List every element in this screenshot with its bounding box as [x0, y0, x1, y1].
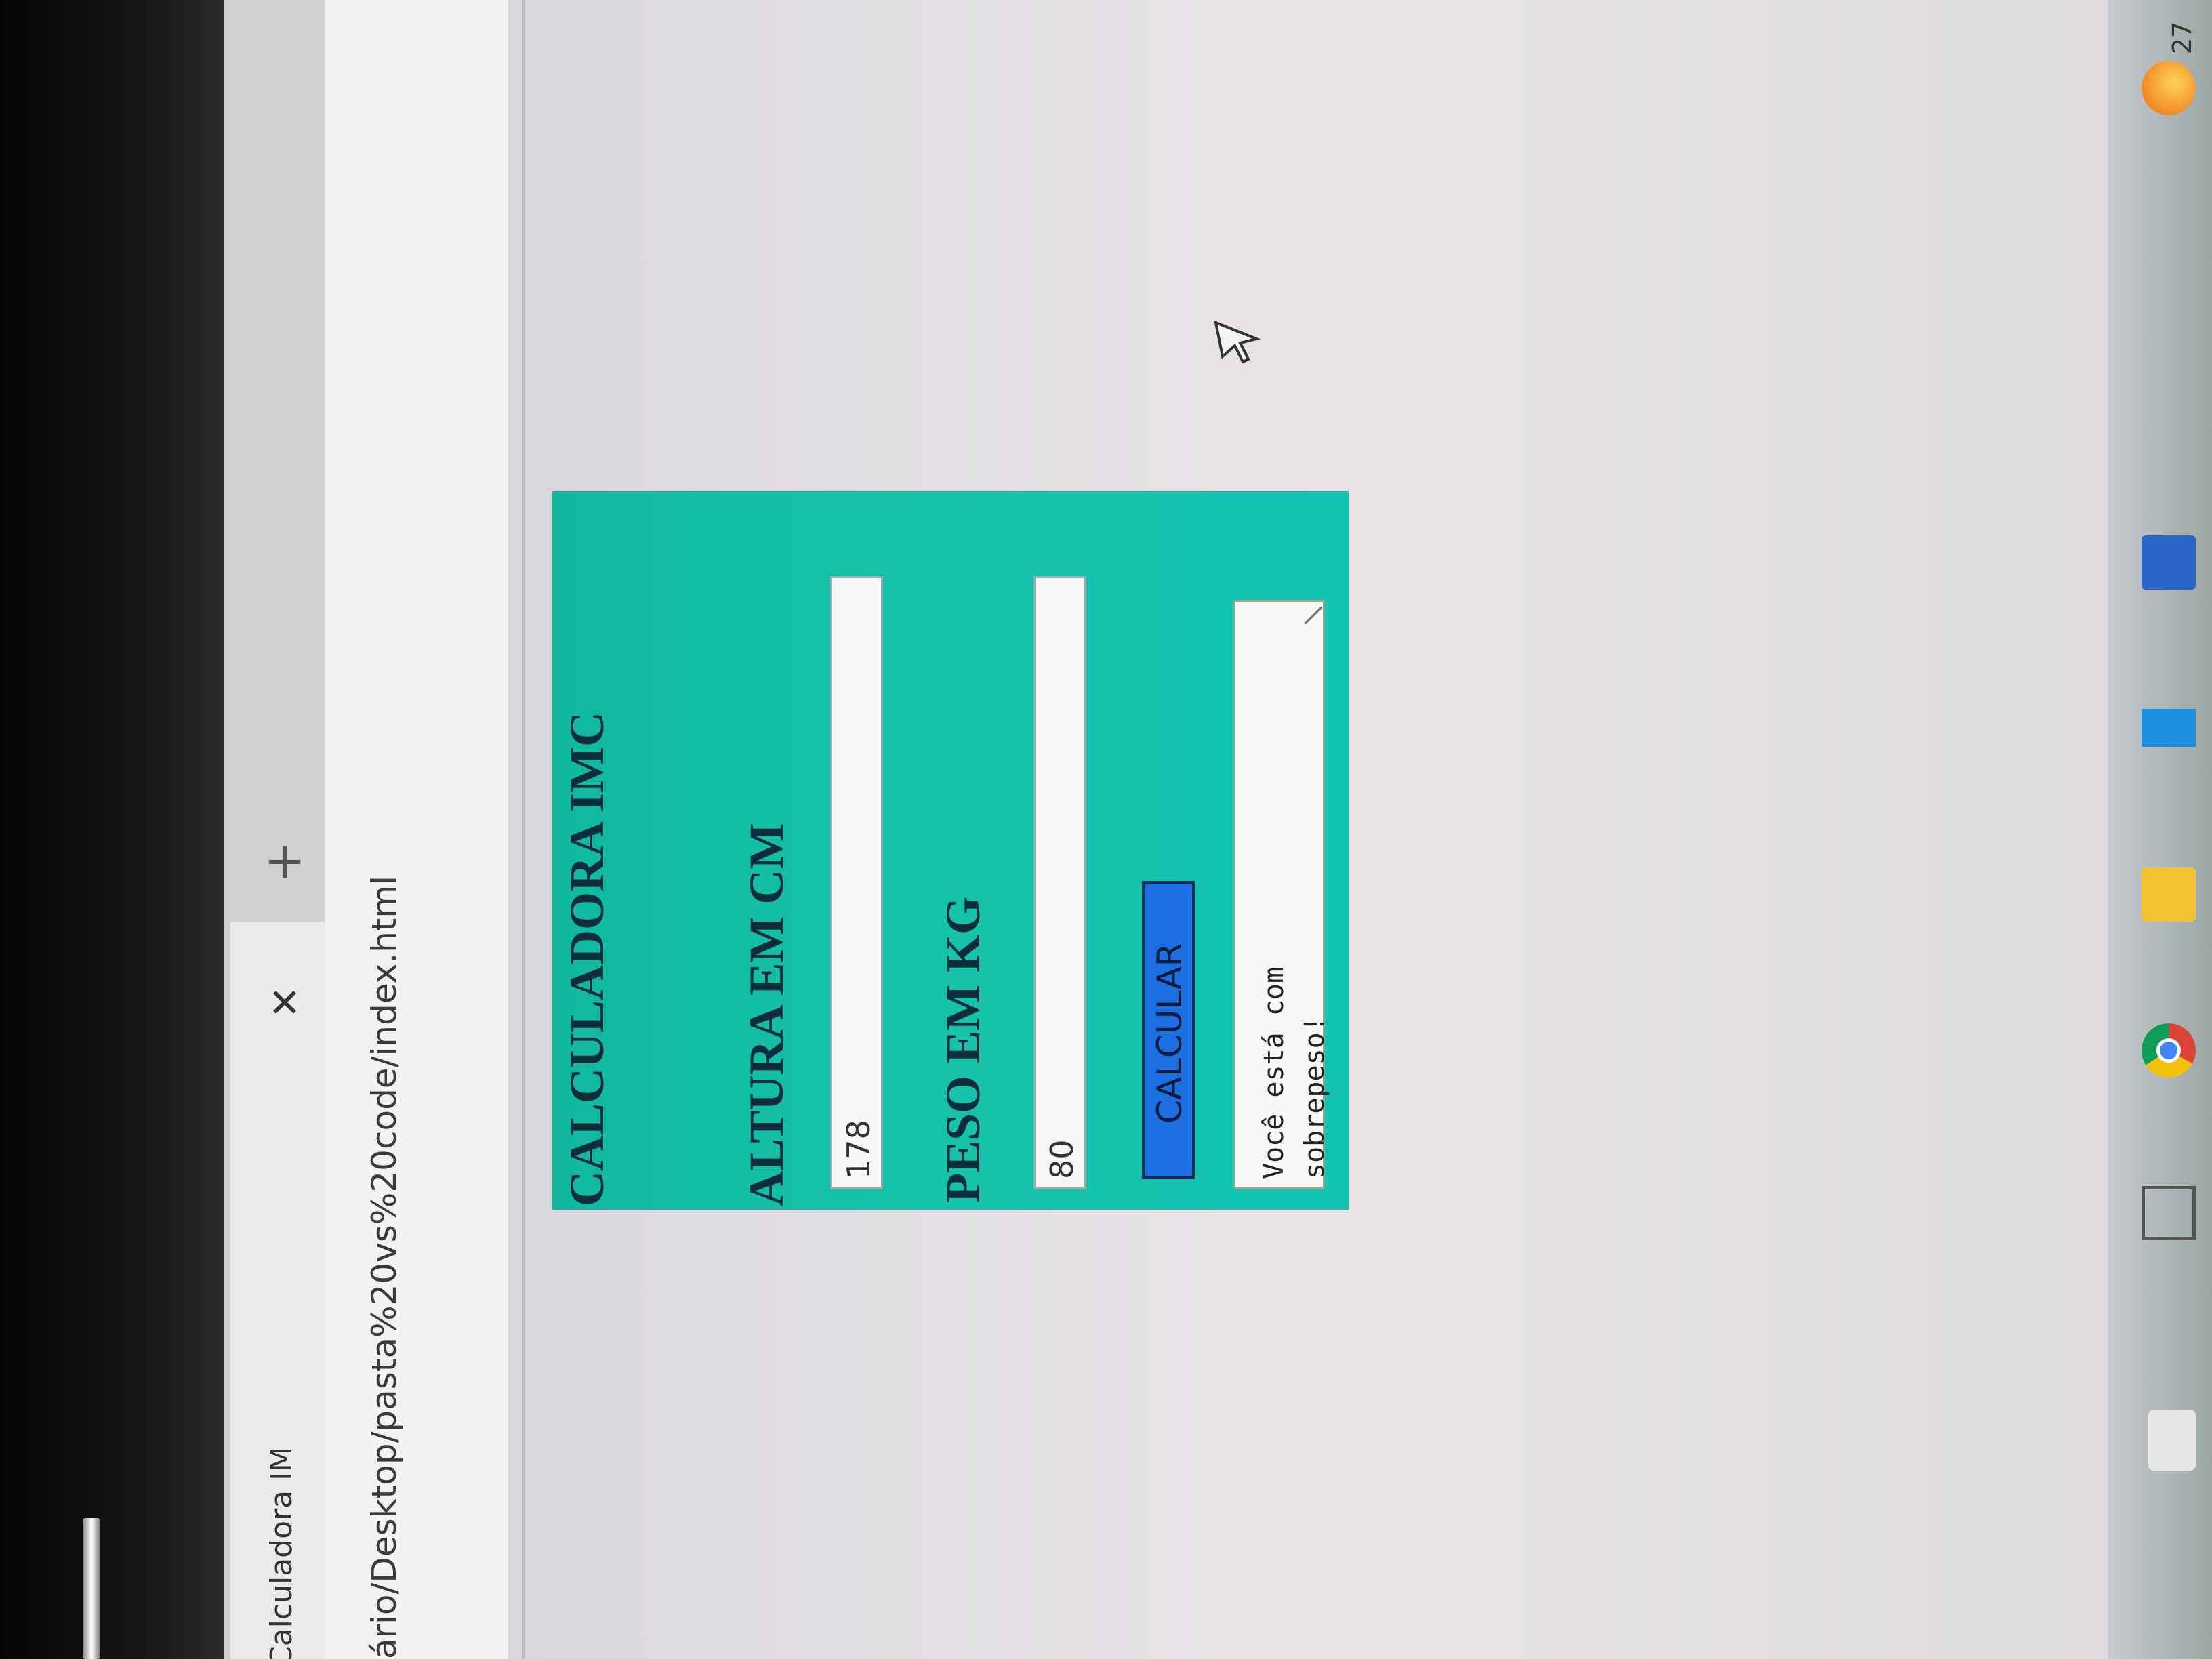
taskbar-clock[interactable]: 27: [2167, 0, 2197, 54]
page-title: CALCULADORA IMC: [560, 711, 614, 1206]
word-icon[interactable]: [2142, 535, 2196, 590]
chrome-icon[interactable]: [2142, 1023, 2196, 1078]
task-view-icon[interactable]: [2142, 1186, 2196, 1240]
tab-title-clip: Calculadora IMC: [244, 1450, 312, 1659]
altura-input-value[interactable]: 178: [840, 1091, 877, 1179]
calcular-button-label[interactable]: CALCULAR: [1150, 901, 1189, 1166]
screen-photo: Calculadora IMC ✕ + ário/Desktop/pasta%2…: [0, 0, 2212, 1659]
peso-input-value[interactable]: 80: [1044, 1111, 1080, 1179]
peso-input[interactable]: [1033, 576, 1086, 1189]
monitor-bezel: [0, 0, 224, 1659]
tab-close-icon[interactable]: ✕: [258, 976, 312, 1030]
resize-handle-icon[interactable]: [1305, 607, 1322, 624]
url-clip: ário/Desktop/pasta%20vs%20code/index.htm…: [352, 583, 427, 1659]
mouse-cursor-icon: [1214, 320, 1261, 364]
new-tab-icon[interactable]: +: [258, 834, 312, 888]
tab-title: Calculadora IMC: [264, 1450, 299, 1659]
start-button-icon[interactable]: [2148, 1410, 2196, 1471]
bezel-reflection: [83, 1518, 100, 1659]
taskbar-clock-clip: 27: [2162, 0, 2203, 54]
file-explorer-icon[interactable]: [2142, 867, 2196, 922]
result-text[interactable]: Você está com sobrepeso!: [1254, 834, 1330, 1179]
content-divider: [522, 0, 525, 1659]
altura-label: ALTURA EM CM: [739, 823, 794, 1206]
url-text[interactable]: ário/Desktop/pasta%20vs%20code/index.htm…: [365, 876, 404, 1659]
taskbar-app-icon[interactable]: [2142, 61, 2196, 115]
peso-label: PESO EM KG: [936, 896, 990, 1203]
